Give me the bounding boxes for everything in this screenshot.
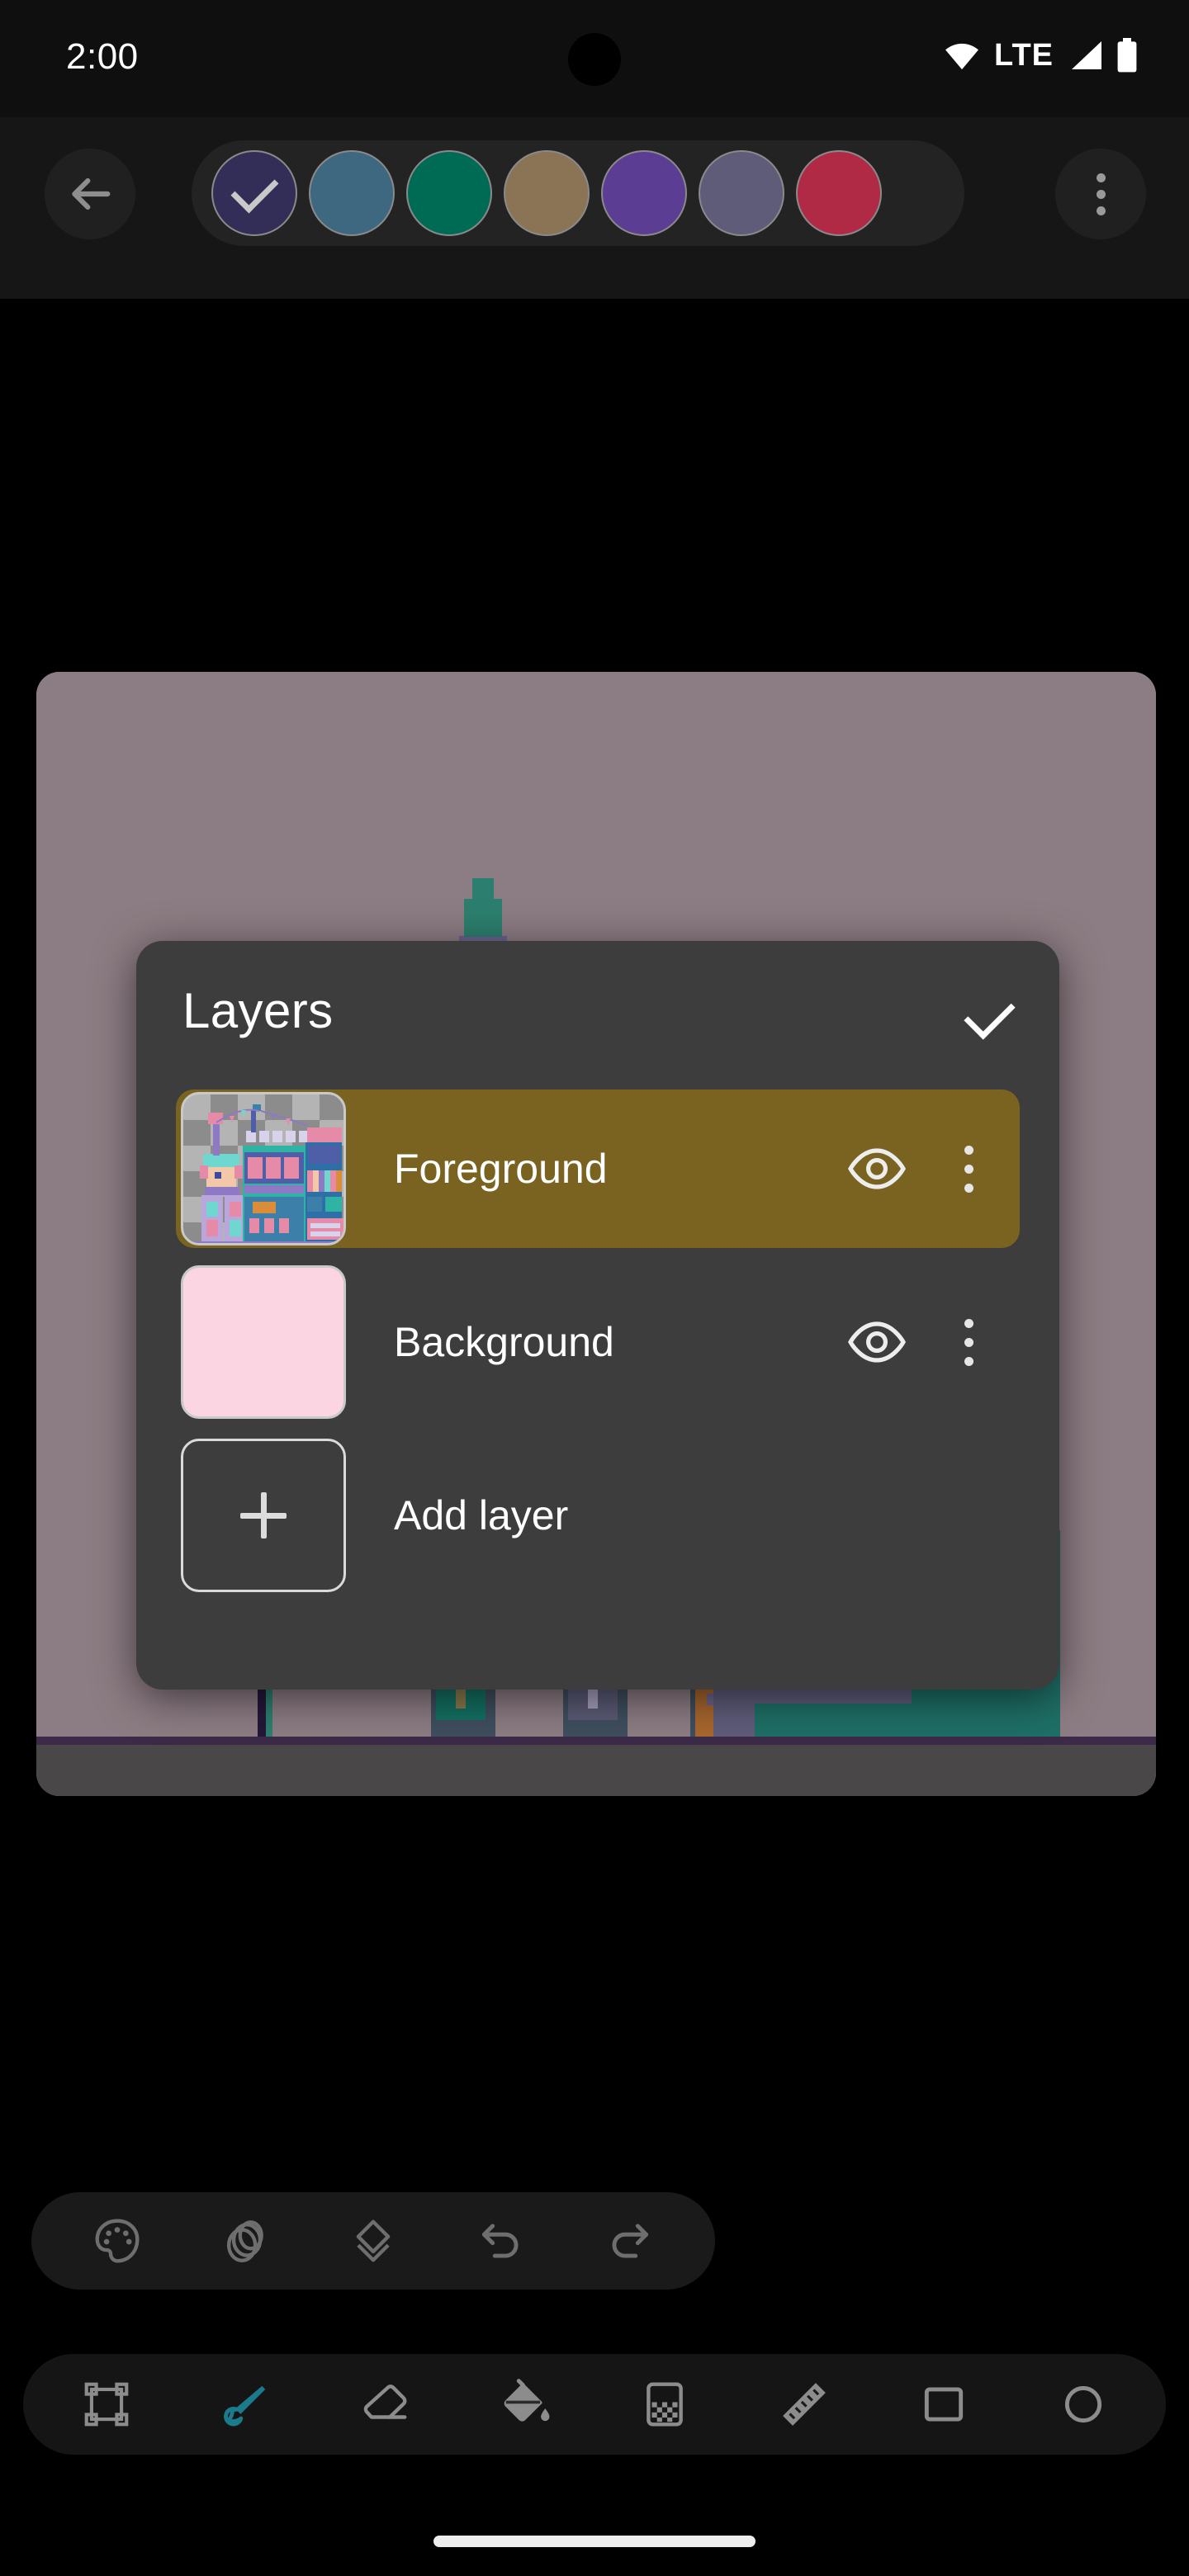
more-vertical-icon: [964, 1183, 973, 1193]
back-arrow-icon: [72, 177, 111, 210]
fill-tool[interactable]: [482, 2361, 568, 2447]
undo-icon: [482, 2224, 519, 2258]
pixel-art-juice-shop-thumbnail: [192, 1104, 343, 1243]
status-bar: 2:00 LTE: [0, 0, 1189, 117]
system-navigation-bar: [0, 2509, 1189, 2576]
status-time: 2:00: [66, 36, 139, 77]
add-layer-button[interactable]: [181, 1439, 346, 1592]
more-vertical-icon: [1096, 206, 1106, 215]
eye-icon: [848, 1321, 906, 1363]
dither-tool[interactable]: [622, 2361, 708, 2447]
rectangle-tool[interactable]: [901, 2361, 987, 2447]
layer-row[interactable]: Foreground: [176, 1089, 1020, 1248]
plus-icon: [260, 1492, 267, 1539]
dialog-header: Layers: [136, 941, 1059, 1089]
layers-tool[interactable]: [330, 2198, 416, 2284]
confirm-button[interactable]: [960, 989, 1018, 1047]
more-vertical-icon: [964, 1164, 973, 1174]
secondary-toolbar: [31, 2192, 715, 2290]
more-vertical-icon: [964, 1356, 973, 1366]
battery-icon: [1117, 38, 1137, 73]
network-type-label: LTE: [994, 37, 1054, 73]
layers-icon: [356, 2219, 391, 2262]
palette-tool[interactable]: [74, 2198, 160, 2284]
redo-tool[interactable]: [586, 2198, 672, 2284]
ellipse-tool[interactable]: [1040, 2361, 1126, 2447]
add-layer-row[interactable]: Add layer: [176, 1436, 1020, 1595]
eraser-icon: [363, 2385, 406, 2419]
main-toolbar: [23, 2354, 1166, 2455]
eraser-tool[interactable]: [343, 2361, 429, 2447]
eye-icon: [848, 1148, 906, 1189]
layer-name: Foreground: [394, 1146, 608, 1192]
back-button[interactable]: [45, 149, 135, 239]
dither-icon: [646, 2382, 683, 2427]
layer-options-menu[interactable]: [936, 1305, 1002, 1379]
swatch-crimson[interactable]: [796, 150, 882, 236]
swatch-purple[interactable]: [601, 150, 687, 236]
brush-tool[interactable]: [203, 2361, 289, 2447]
layer-thumbnail[interactable]: [181, 1265, 346, 1419]
swatch-dark-navy[interactable]: [211, 150, 297, 236]
redo-icon: [612, 2224, 649, 2258]
add-layer-label: Add layer: [394, 1492, 569, 1539]
select-tool[interactable]: [64, 2361, 149, 2447]
layer-row[interactable]: Background: [176, 1263, 1020, 1421]
wifi-icon: [945, 43, 978, 70]
paint-bucket-icon: [504, 2379, 549, 2422]
layer-name: Background: [394, 1319, 614, 1365]
palette-icon: [95, 2219, 140, 2263]
layer-visibility-toggle[interactable]: [840, 1305, 914, 1379]
more-vertical-icon: [1096, 173, 1106, 182]
layer-options-menu[interactable]: [936, 1132, 1002, 1206]
layer-thumbnail[interactable]: [181, 1092, 346, 1245]
layers-dialog: Layers Foreground Background Add layer: [136, 941, 1059, 1690]
selection-frame-icon: [84, 2382, 128, 2427]
more-vertical-icon: [964, 1318, 973, 1328]
status-icons: LTE: [943, 36, 1138, 74]
more-vertical-icon: [964, 1145, 973, 1155]
overflow-menu-button[interactable]: [1055, 149, 1146, 239]
app-root: 2:00 LTE Layers Foreground Background Ad…: [0, 0, 1189, 2576]
swatch-slate-purple[interactable]: [699, 150, 784, 236]
swatch-teal-green[interactable]: [406, 150, 492, 236]
top-app-bar: [0, 117, 1189, 299]
swatch-steel-blue[interactable]: [309, 150, 395, 236]
ellipse-icon: [1064, 2385, 1101, 2423]
signal-icon: [1072, 41, 1101, 69]
dialog-title: Layers: [182, 983, 334, 1038]
more-vertical-icon: [1096, 189, 1106, 199]
layer-visibility-toggle[interactable]: [840, 1132, 914, 1206]
rectangle-icon: [924, 2387, 963, 2422]
undo-tool[interactable]: [458, 2198, 544, 2284]
swatch-tan[interactable]: [504, 150, 590, 236]
frames-tool[interactable]: [202, 2198, 288, 2284]
brush-icon: [223, 2385, 265, 2427]
ruler-icon: [782, 2383, 826, 2426]
more-vertical-icon: [964, 1337, 973, 1347]
frames-icon: [226, 2220, 263, 2262]
camera-cutout: [568, 33, 621, 86]
home-indicator[interactable]: [433, 2536, 756, 2547]
color-palette-strip[interactable]: [192, 140, 964, 246]
line-tool[interactable]: [761, 2361, 847, 2447]
